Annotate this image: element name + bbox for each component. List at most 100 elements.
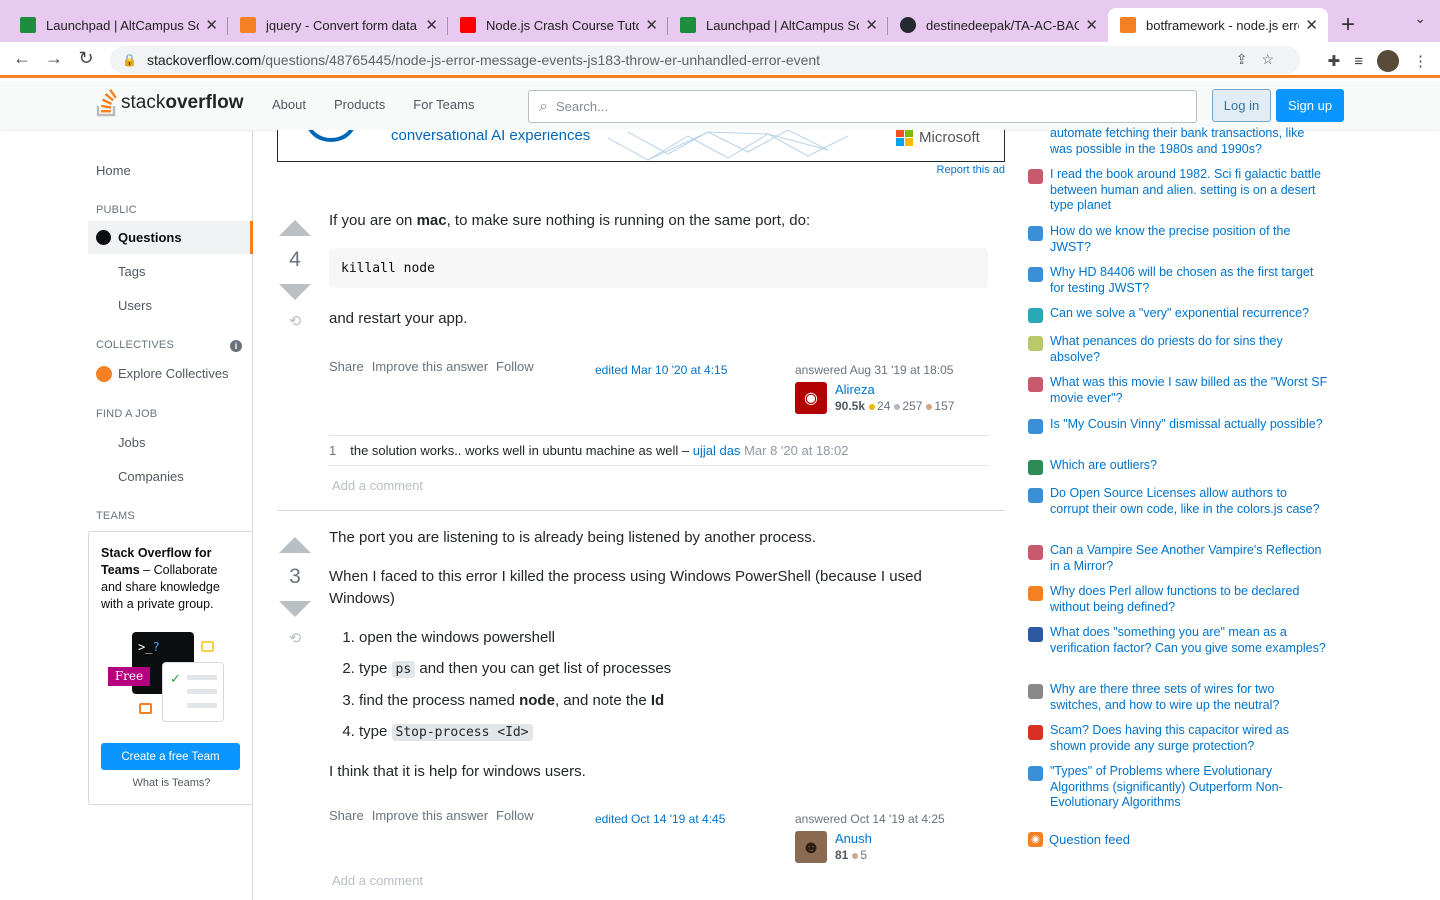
forward-arrow-icon[interactable]: → <box>38 48 70 69</box>
site-favicon-icon <box>1028 586 1043 601</box>
hot-question-link[interactable]: automate fetching their bank transaction… <box>1050 126 1328 157</box>
free-badge: Free <box>108 667 150 686</box>
hot-question-link[interactable]: What was this movie I saw billed as the … <box>1050 375 1328 406</box>
sidebar-item-tags[interactable]: Tags <box>118 264 145 279</box>
browser-tab-2[interactable]: jquery - Convert form data ✕ <box>228 8 448 42</box>
sidebar-item-explore-collectives[interactable]: Explore Collectives <box>118 366 229 381</box>
nav-for-teams[interactable]: For Teams <box>403 97 492 112</box>
upvote-arrow-icon[interactable] <box>279 537 311 553</box>
hot-question-link[interactable]: I read the book around 1982. Sci fi gala… <box>1050 167 1328 214</box>
hot-question-item[interactable]: What does "something you are" mean as a … <box>1028 625 1328 656</box>
hot-question-link[interactable]: Can we solve a "very" exponential recurr… <box>1050 306 1309 323</box>
follow-link[interactable]: Follow <box>496 808 534 823</box>
sidebar-item-jobs[interactable]: Jobs <box>118 435 145 450</box>
browser-tab-active[interactable]: botframework - node.js erro ✕ <box>1108 8 1328 42</box>
sidebar-item-users[interactable]: Users <box>118 298 152 313</box>
answer-paragraph: and restart your app. <box>329 310 468 327</box>
hot-question-item[interactable]: Scam? Does having this capacitor wired a… <box>1028 723 1328 754</box>
info-icon[interactable]: i <box>230 340 242 352</box>
question-feed-link[interactable]: ◉ Question feed <box>1028 832 1130 847</box>
share-link[interactable]: Share <box>329 808 364 823</box>
login-button[interactable]: Log in <box>1212 89 1271 122</box>
puzzle-extension-icon[interactable]: ✚ <box>1328 52 1341 70</box>
hot-question-item[interactable]: Why HD 84406 will be chosen as the first… <box>1028 265 1328 296</box>
close-tab-icon[interactable]: ✕ <box>205 16 218 34</box>
hot-question-item[interactable]: "Types" of Problems where Evolutionary A… <box>1028 764 1328 811</box>
hot-question-item[interactable]: Why does Perl allow functions to be decl… <box>1028 584 1328 615</box>
edited-link[interactable]: edited Mar 10 '20 at 4:15 <box>595 363 727 377</box>
inline-code: Stop-process <Id> <box>391 724 533 741</box>
edited-link[interactable]: edited Oct 14 '19 at 4:45 <box>595 812 725 826</box>
hot-question-item[interactable]: What penances do priests do for sins the… <box>1028 334 1328 365</box>
report-ad-link[interactable]: Report this ad <box>937 164 1005 176</box>
stackoverflow-logo[interactable]: stack overflow <box>96 89 243 117</box>
close-tab-icon[interactable]: ✕ <box>865 16 878 34</box>
hot-question-item[interactable]: Do Open Source Licenses allow authors to… <box>1028 486 1328 517</box>
advertisement-banner[interactable]: conversational AI experiences Microsoft <box>277 130 1005 162</box>
sidebar-item-questions[interactable]: Questions <box>88 221 253 254</box>
improve-answer-link[interactable]: Improve this answer <box>372 808 488 823</box>
improve-answer-link[interactable]: Improve this answer <box>372 359 488 374</box>
hot-question-link[interactable]: Why are there three sets of wires for tw… <box>1050 682 1328 713</box>
hot-question-item[interactable]: How do we know the precise position of t… <box>1028 224 1328 255</box>
close-tab-icon[interactable]: ✕ <box>425 16 438 34</box>
profile-avatar[interactable] <box>1377 50 1399 72</box>
add-comment-link[interactable]: Add a comment <box>332 873 423 888</box>
browser-tab-3[interactable]: Node.js Crash Course Tutor ✕ <box>448 8 668 42</box>
follow-link[interactable]: Follow <box>496 359 534 374</box>
sidebar-item-companies[interactable]: Companies <box>118 469 184 484</box>
hot-question-item[interactable]: Can we solve a "very" exponential recurr… <box>1028 306 1328 323</box>
share-bookmark-icons[interactable]: ⇪☆ <box>1236 51 1288 68</box>
tab-search-chevron-icon[interactable]: ⌄ <box>1414 10 1426 27</box>
sidebar-item-home[interactable]: Home <box>96 163 131 178</box>
hot-question-item[interactable]: Is "My Cousin Vinny" dismissal actually … <box>1028 417 1328 434</box>
new-tab-plus-icon[interactable]: + <box>1328 8 1368 42</box>
back-arrow-icon[interactable]: ← <box>6 48 38 69</box>
browser-tab-5[interactable]: destinedeepak/TA-AC-BAC ✕ <box>888 8 1108 42</box>
share-link[interactable]: Share <box>329 359 364 374</box>
browser-tab-4[interactable]: Launchpad | AltCampus Sc ✕ <box>668 8 888 42</box>
add-comment-link[interactable]: Add a comment <box>332 478 423 493</box>
nav-about[interactable]: About <box>262 97 324 112</box>
hot-question-link[interactable]: How do we know the precise position of t… <box>1050 224 1328 255</box>
avatar[interactable]: ☻ <box>795 831 827 863</box>
hot-question-link[interactable]: "Types" of Problems where Evolutionary A… <box>1050 764 1328 811</box>
hot-question-link[interactable]: Which are outliers? <box>1050 458 1157 475</box>
history-icon[interactable]: ⟲ <box>277 312 313 330</box>
hot-question-link[interactable]: Scam? Does having this capacitor wired a… <box>1050 723 1328 754</box>
hot-question-link[interactable]: Why does Perl allow functions to be decl… <box>1050 584 1328 615</box>
close-tab-icon[interactable]: ✕ <box>1305 16 1318 34</box>
hot-question-item[interactable]: Which are outliers? <box>1028 458 1328 475</box>
create-team-button[interactable]: Create a free Team <box>101 743 240 770</box>
hot-question-item[interactable]: Why are there three sets of wires for tw… <box>1028 682 1328 713</box>
close-tab-icon[interactable]: ✕ <box>1085 16 1098 34</box>
reload-icon[interactable]: ↻ <box>70 48 102 69</box>
nav-products[interactable]: Products <box>324 97 403 112</box>
hot-question-link[interactable]: Do Open Source Licenses allow authors to… <box>1050 486 1328 517</box>
what-is-teams-link[interactable]: What is Teams? <box>89 777 254 789</box>
address-bar[interactable]: 🔒 stackoverflow.com/questions/48765445/n… <box>110 46 1300 74</box>
kebab-menu-icon[interactable]: ⋮ <box>1413 52 1428 70</box>
hot-question-link[interactable]: What penances do priests do for sins the… <box>1050 334 1328 365</box>
upvote-arrow-icon[interactable] <box>279 220 311 236</box>
hot-question-link[interactable]: Is "My Cousin Vinny" dismissal actually … <box>1050 417 1323 434</box>
hot-question-link[interactable]: Why HD 84406 will be chosen as the first… <box>1050 265 1328 296</box>
hot-question-item[interactable]: automate fetching their bank transaction… <box>1028 126 1328 157</box>
hot-question-item[interactable]: What was this movie I saw billed as the … <box>1028 375 1328 406</box>
hot-question-link[interactable]: What does "something you are" mean as a … <box>1050 625 1328 656</box>
history-icon[interactable]: ⟲ <box>277 629 313 647</box>
hot-question-item[interactable]: I read the book around 1982. Sci fi gala… <box>1028 167 1328 214</box>
comment-user-link[interactable]: ujjal das <box>693 443 741 458</box>
hot-question-link[interactable]: Can a Vampire See Another Vampire's Refl… <box>1050 543 1328 574</box>
user-name-link[interactable]: Alireza <box>835 382 954 397</box>
search-input[interactable]: ⌕ Search... <box>528 90 1197 123</box>
user-name-link[interactable]: Anush <box>835 831 872 846</box>
downvote-arrow-icon[interactable] <box>279 601 311 617</box>
browser-tab-1[interactable]: Launchpad | AltCampus Sc ✕ <box>8 8 228 42</box>
close-tab-icon[interactable]: ✕ <box>645 16 658 34</box>
signup-button[interactable]: Sign up <box>1276 89 1344 122</box>
hot-question-item[interactable]: Can a Vampire See Another Vampire's Refl… <box>1028 543 1328 574</box>
avatar[interactable]: ◉ <box>795 382 827 414</box>
media-control-icon[interactable]: ≡ <box>1354 53 1363 70</box>
downvote-arrow-icon[interactable] <box>279 284 311 300</box>
